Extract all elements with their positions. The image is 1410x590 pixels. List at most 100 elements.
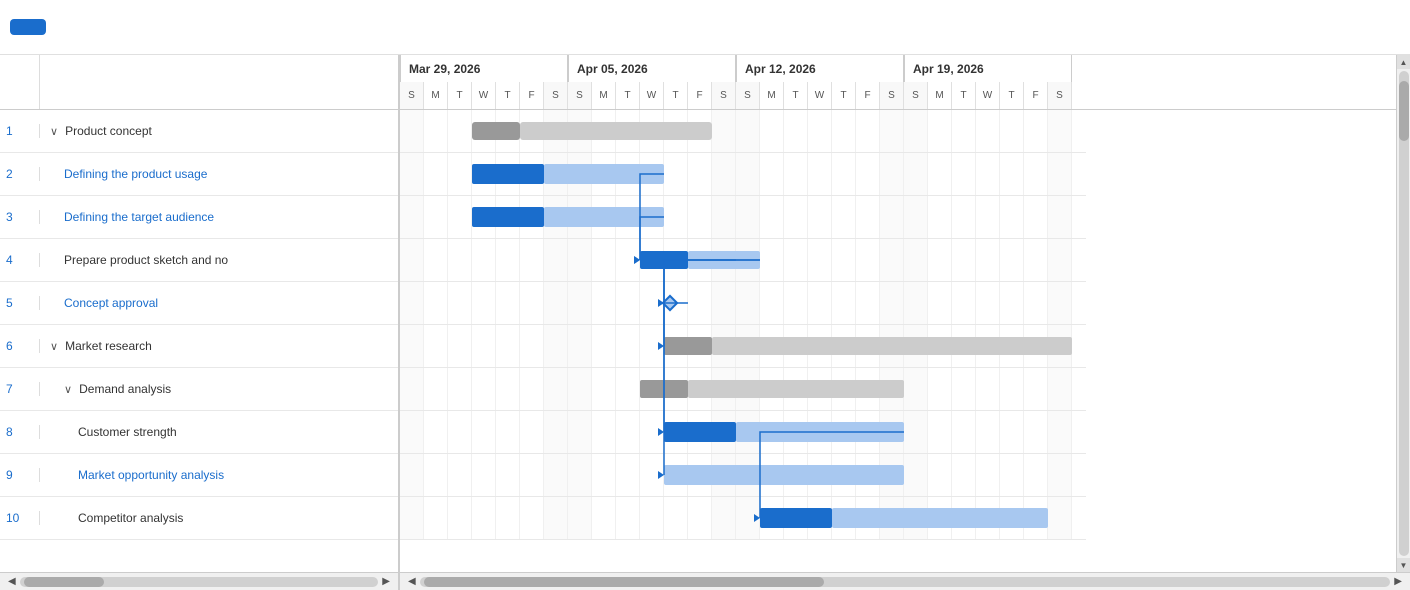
date-row: Mar 29, 2026Apr 05, 2026Apr 12, 2026Apr … (400, 55, 1410, 82)
gantt-day-col (736, 110, 760, 152)
gantt-day-col (976, 454, 1000, 496)
gantt-day-col (952, 239, 976, 281)
gantt-day-col (928, 368, 952, 410)
gantt-bar (688, 380, 904, 398)
gantt-day-col (592, 497, 616, 539)
chevron-down-icon[interactable]: ∨ (50, 126, 61, 138)
gantt-day-col (880, 153, 904, 195)
gantt-day-col (1024, 239, 1048, 281)
gantt-day-col (496, 497, 520, 539)
gantt-row (400, 239, 1086, 282)
gantt-day-col (472, 239, 496, 281)
gantt-day-col (1000, 454, 1024, 496)
gantt-day-col (1000, 196, 1024, 238)
cell-id: 2 (0, 167, 40, 181)
gantt-day-col (400, 325, 424, 367)
table-row: 7∨ Demand analysis (0, 368, 398, 411)
gantt-day-col (832, 196, 856, 238)
gantt-bar (640, 380, 688, 398)
cell-id: 5 (0, 296, 40, 310)
gantt-day-col (592, 325, 616, 367)
left-scroll-left-arrow[interactable]: ◀ (4, 576, 20, 587)
gantt-day-col (712, 153, 736, 195)
gantt-scroll-left-arrow[interactable]: ◀ (404, 576, 420, 587)
gantt-day-col (904, 153, 928, 195)
gantt-h-scroll-track[interactable] (420, 577, 1391, 587)
day-cell: S (1048, 82, 1072, 109)
gantt-day-col (448, 325, 472, 367)
gantt-day-col (1024, 454, 1048, 496)
gantt-day-col (856, 110, 880, 152)
date-group: Mar 29, 2026 (400, 55, 568, 82)
gantt-day-col (1024, 368, 1048, 410)
gantt-bar (664, 422, 736, 442)
gantt-day-col (424, 325, 448, 367)
gantt-day-col (424, 239, 448, 281)
gantt-row (400, 282, 1086, 325)
gantt-day-col (520, 368, 544, 410)
gantt-day-col (928, 411, 952, 453)
gantt-day-col (1048, 411, 1072, 453)
gantt-day-col (904, 196, 928, 238)
day-cell: S (400, 82, 424, 109)
day-cell: M (760, 82, 784, 109)
gantt-day-col (616, 239, 640, 281)
gantt-h-scroll-thumb[interactable] (424, 577, 824, 587)
gantt-day-col (448, 497, 472, 539)
gantt-day-col (448, 196, 472, 238)
gantt-bar (760, 508, 832, 528)
gantt-day-col (952, 153, 976, 195)
gantt-day-col (784, 196, 808, 238)
gantt-day-col (424, 454, 448, 496)
cell-name: Prepare product sketch and no (40, 253, 398, 267)
gantt-day-col (472, 411, 496, 453)
gantt-day-col (1048, 454, 1072, 496)
gantt-day-col (448, 368, 472, 410)
day-cell: M (592, 82, 616, 109)
gantt-day-col (472, 325, 496, 367)
gantt-day-col (952, 411, 976, 453)
gantt-day-col (544, 368, 568, 410)
day-cell: T (832, 82, 856, 109)
gantt-day-col (616, 454, 640, 496)
gantt-day-col (544, 454, 568, 496)
gantt-day-col (736, 497, 760, 539)
gantt-day-col (760, 196, 784, 238)
left-h-scroll-track[interactable] (20, 577, 379, 587)
day-cell: W (976, 82, 1000, 109)
gantt-day-col (1048, 153, 1072, 195)
chevron-down-icon[interactable]: ∨ (64, 384, 75, 396)
day-cell: S (544, 82, 568, 109)
gantt-day-col (448, 454, 472, 496)
gantt-day-col (640, 325, 664, 367)
day-cell: W (472, 82, 496, 109)
day-cell: T (1000, 82, 1024, 109)
gantt-day-col (448, 282, 472, 324)
predict-milestone-button[interactable] (10, 19, 46, 35)
left-h-scroll-thumb[interactable] (24, 577, 104, 587)
gantt-day-col (496, 411, 520, 453)
gantt-day-col (952, 368, 976, 410)
gantt-day-col (472, 368, 496, 410)
table-row: 5Concept approval (0, 282, 398, 325)
left-scroll-right-arrow[interactable]: ▶ (378, 576, 394, 587)
gantt-day-col (568, 368, 592, 410)
gantt-day-col (568, 282, 592, 324)
gantt-day-col (928, 282, 952, 324)
day-cell: T (664, 82, 688, 109)
day-cell: W (640, 82, 664, 109)
cell-name: ∨ Market research (40, 339, 398, 353)
chevron-down-icon[interactable]: ∨ (50, 341, 61, 353)
gantt-day-col (472, 497, 496, 539)
gantt-row (400, 325, 1086, 368)
gantt-day-col (904, 282, 928, 324)
gantt-day-col (736, 196, 760, 238)
col-name-header (40, 55, 398, 109)
gantt-day-col (1000, 411, 1024, 453)
gantt-day-col (640, 497, 664, 539)
day-cell: S (568, 82, 592, 109)
cell-id: 3 (0, 210, 40, 224)
v-scroll-up-button[interactable]: ▲ (1397, 55, 1410, 69)
gantt-scroll-right-arrow[interactable]: ▶ (1390, 576, 1406, 587)
gantt-day-col (400, 196, 424, 238)
